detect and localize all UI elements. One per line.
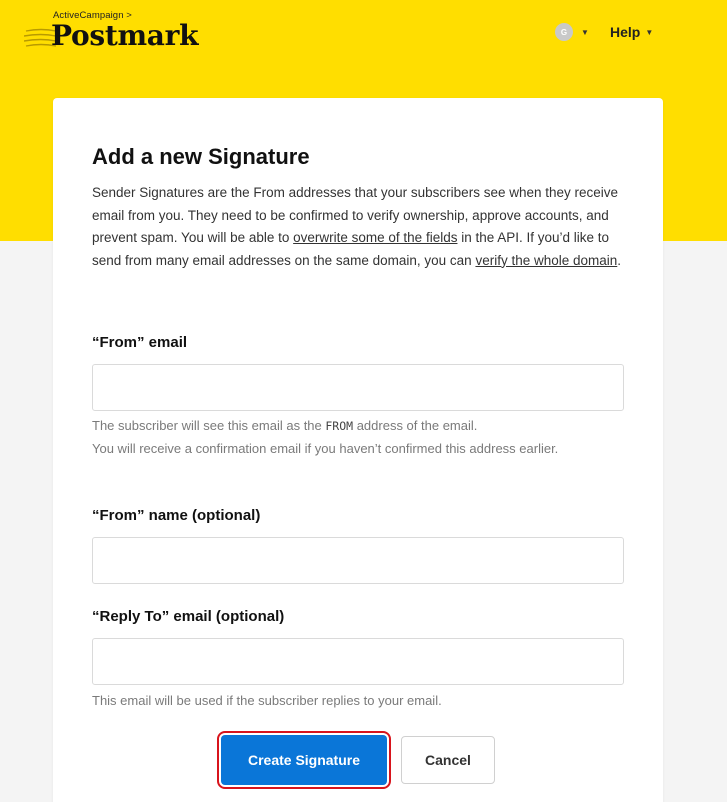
verify-domain-link[interactable]: verify the whole domain — [475, 253, 617, 268]
user-menu[interactable]: G ▼ — [555, 23, 589, 41]
help-label: Help — [610, 24, 641, 40]
from-email-input[interactable] — [92, 364, 624, 411]
postmark-logo[interactable]: ActiveCampaign > Postmark — [24, 10, 234, 60]
overwrite-fields-link[interactable]: overwrite some of the fields — [293, 230, 457, 245]
intro-text: Sender Signatures are the From addresses… — [92, 182, 624, 272]
hint-text: address of the email. — [353, 418, 478, 433]
from-email-hint: The subscriber will see this email as th… — [92, 415, 624, 460]
cancel-button[interactable]: Cancel — [401, 736, 495, 784]
create-signature-button[interactable]: Create Signature — [217, 731, 391, 789]
hint-text: You will receive a confirmation email if… — [92, 440, 559, 456]
from-name-input[interactable] — [92, 537, 624, 584]
postmark-wordmark: Postmark — [51, 19, 199, 52]
from-email-label: “From” email — [92, 334, 188, 351]
chevron-down-icon: ▼ — [581, 27, 589, 37]
help-menu[interactable]: Help ▼ — [610, 24, 653, 40]
reply-to-hint: This email will be used if the subscribe… — [92, 693, 442, 708]
reply-to-input[interactable] — [92, 638, 624, 685]
signature-form-card: Add a new Signature Sender Signatures ar… — [53, 98, 663, 802]
intro-text-part: . — [617, 252, 622, 268]
chevron-down-icon: ▼ — [645, 27, 654, 37]
from-code: FROM — [325, 419, 354, 433]
reply-to-label: “Reply To” email (optional) — [92, 608, 285, 625]
avatar[interactable]: G — [555, 23, 573, 41]
from-name-label: “From” name (optional) — [92, 507, 261, 524]
hint-text: The subscriber will see this email as th… — [92, 418, 326, 433]
page-title: Add a new Signature — [92, 144, 310, 169]
